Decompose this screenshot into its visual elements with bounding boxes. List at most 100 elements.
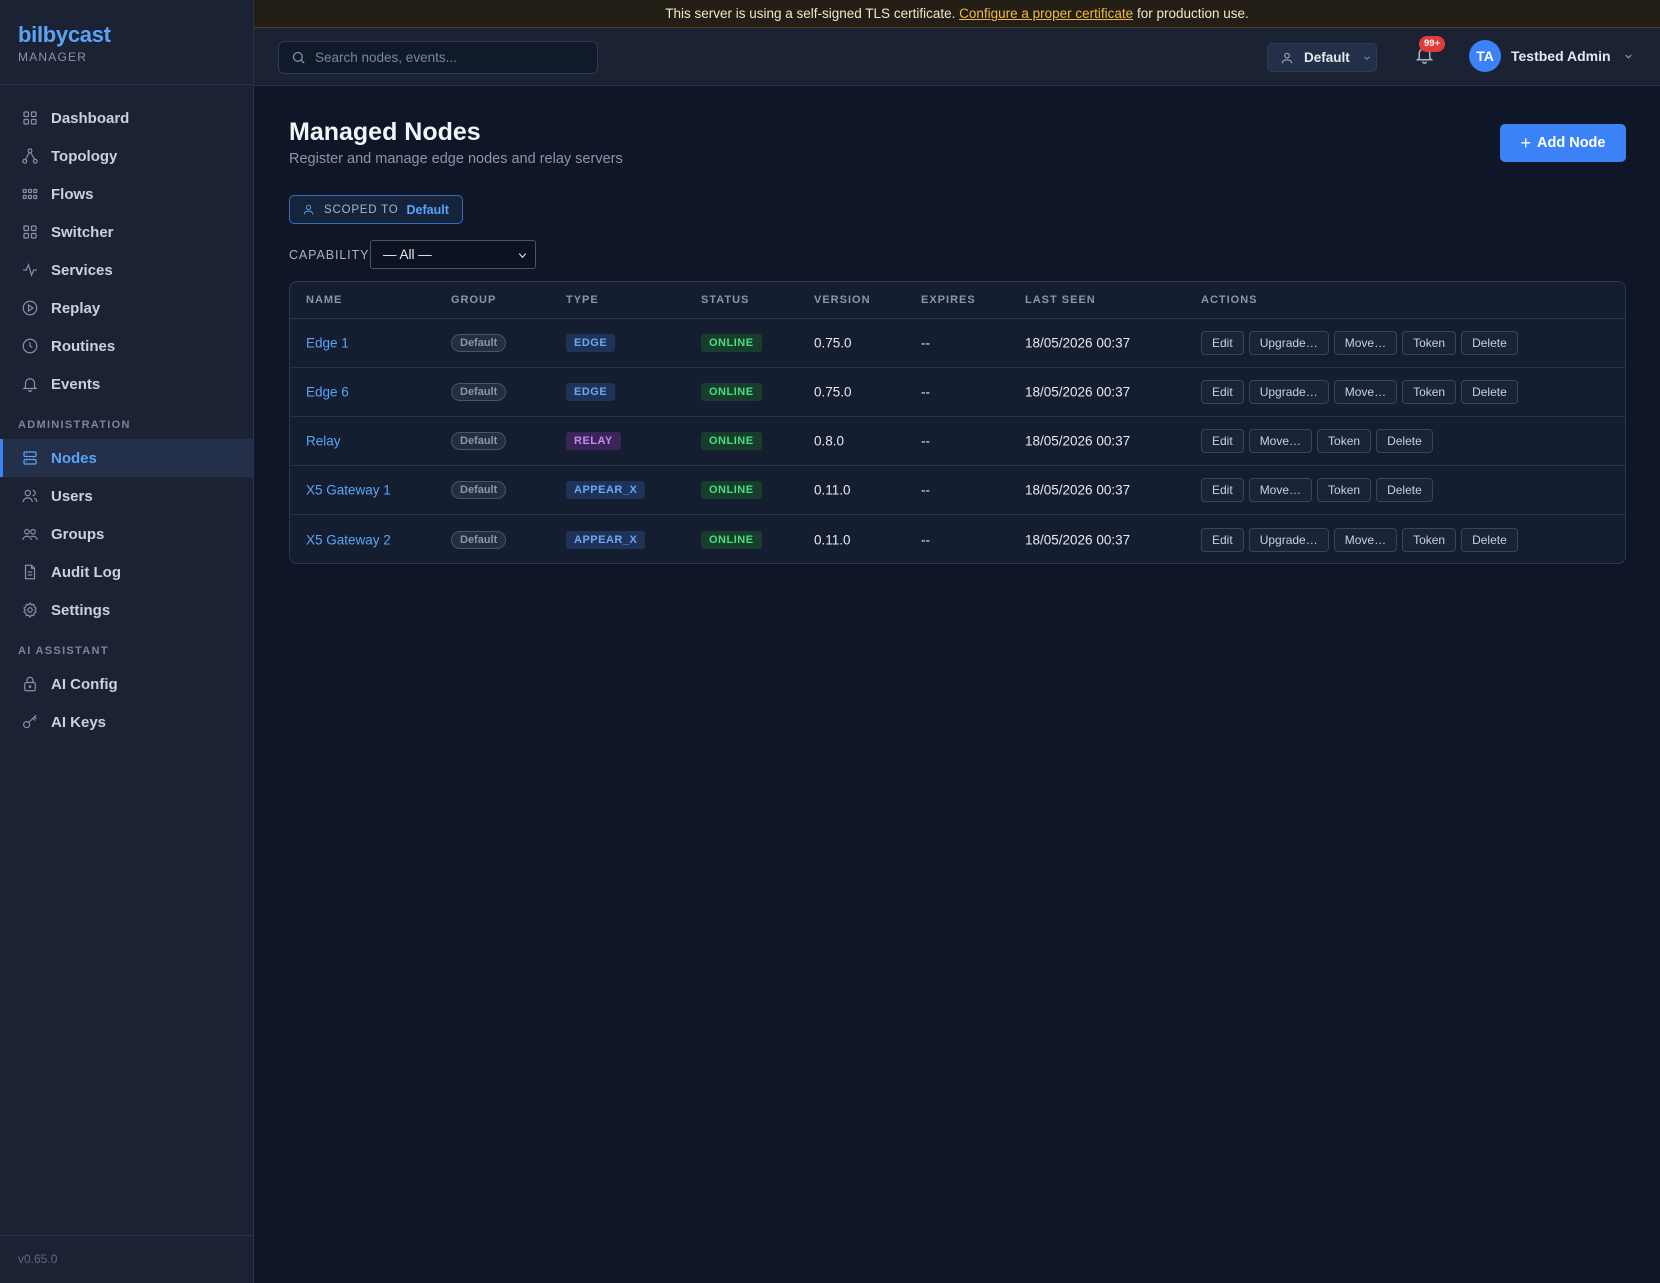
sidebar-item-label: Groups [51, 525, 105, 543]
token-button[interactable]: Token [1402, 527, 1457, 552]
activity-icon [21, 261, 39, 279]
token-button[interactable]: Token [1402, 380, 1457, 404]
server-icon [21, 449, 39, 467]
sidebar-item-topology[interactable]: Topology [0, 137, 253, 175]
delete-button[interactable]: Delete [1376, 478, 1433, 502]
delete-button[interactable]: Delete [1461, 380, 1518, 404]
move-button[interactable]: Move… [1248, 429, 1313, 453]
sidebar-item-ai-config[interactable]: AI Config [0, 665, 253, 703]
sidebar-item-label: AI Keys [51, 713, 107, 731]
token-button[interactable]: Token [1402, 331, 1457, 355]
add-node-label: Add Node [1537, 135, 1606, 151]
sidebar: bilbycast MANAGER Dashboard Topology Flows… [0, 0, 254, 1283]
banner-text: This server is using a self-signed TLS c… [665, 6, 960, 21]
cell-type: EDGE [566, 383, 616, 401]
column-header-status: STATUS [701, 294, 750, 306]
chevron-down-icon [518, 253, 527, 259]
move-button[interactable]: Move… [1333, 527, 1398, 552]
type-badge: APPEAR_X [566, 530, 646, 549]
sidebar-item-label: Events [51, 375, 101, 393]
column-header-group: GROUP [451, 294, 497, 306]
type-badge: EDGE [566, 334, 616, 352]
sidebar-item-ai-keys[interactable]: AI Keys [0, 703, 253, 741]
upgrade-button[interactable]: Upgrade… [1248, 380, 1329, 404]
search-box[interactable] [278, 41, 598, 74]
move-button[interactable]: Move… [1333, 380, 1398, 404]
type-badge: EDGE [566, 383, 616, 401]
move-button[interactable]: Move… [1248, 478, 1313, 502]
search-input[interactable] [315, 50, 585, 65]
avatar: TA [1469, 40, 1501, 72]
section-label-ai-assistant: AI ASSISTANT [18, 645, 109, 657]
token-button[interactable]: Token [1317, 429, 1372, 453]
status-badge: ONLINE [701, 432, 762, 450]
sidebar-item-services[interactable]: Services [0, 251, 253, 289]
move-button[interactable]: Move… [1333, 331, 1398, 355]
app-version: v0.65.0 [0, 1235, 253, 1283]
upgrade-button[interactable]: Upgrade… [1248, 331, 1329, 355]
cell-type: APPEAR_X [566, 481, 646, 499]
delete-button[interactable]: Delete [1461, 527, 1518, 552]
cell-group: Default [451, 432, 507, 450]
brand: bilbycast MANAGER [0, 0, 253, 85]
cell-last-seen: 18/05/2026 00:37 [1025, 482, 1131, 498]
sidebar-item-routines[interactable]: Routines [0, 327, 253, 365]
search-icon [292, 51, 305, 64]
sidebar-item-switcher[interactable]: Switcher [0, 213, 253, 251]
add-node-button[interactable]: + Add Node [1500, 124, 1626, 162]
notification-count-badge: 99+ [1419, 36, 1446, 52]
upgrade-button[interactable]: Upgrade… [1248, 527, 1329, 552]
edit-button[interactable]: Edit [1201, 478, 1244, 502]
row-actions: Edit Upgrade… Move… Token Delete [1201, 380, 1518, 404]
status-badge: ONLINE [701, 383, 762, 401]
node-name-link[interactable]: Edge 6 [306, 385, 349, 400]
edit-button[interactable]: Edit [1201, 331, 1244, 355]
sidebar-item-flows[interactable]: Flows [0, 175, 253, 213]
delete-button[interactable]: Delete [1461, 331, 1518, 355]
edit-button[interactable]: Edit [1201, 429, 1244, 453]
cell-expires: -- [921, 433, 930, 449]
users-icon [21, 487, 39, 505]
node-name-link[interactable]: X5 Gateway 2 [306, 532, 391, 547]
configure-certificate-link[interactable]: Configure a proper certificate [959, 6, 1133, 21]
scope-badge[interactable]: SCOPED TO Default [289, 195, 463, 224]
cell-status: ONLINE [701, 481, 762, 499]
status-badge: ONLINE [701, 334, 762, 352]
tenant-selector[interactable]: Default [1267, 43, 1377, 72]
sidebar-item-replay[interactable]: Replay [0, 289, 253, 327]
brand-name[interactable]: bilbycast [18, 22, 235, 48]
lock-icon [21, 675, 39, 693]
sidebar-item-dashboard[interactable]: Dashboard [0, 99, 253, 137]
cell-actions: Edit Upgrade… Move… Token Delete [1201, 380, 1518, 404]
table-row-cells: X5 Gateway 2 Default APPEAR_X ONLINE 0.11.0 -… [290, 515, 1625, 563]
node-name-link[interactable]: X5 Gateway 1 [306, 483, 391, 498]
sidebar-item-events[interactable]: Events [0, 365, 253, 403]
nodes-table: NAME GROUP TYPE STATUS VERSION EXPIRES LAST SE… [289, 281, 1626, 564]
sidebar-item-users[interactable]: Users [0, 477, 253, 515]
sidebar-item-label: Audit Log [51, 563, 121, 581]
token-button[interactable]: Token [1317, 478, 1372, 502]
sidebar-item-settings[interactable]: Settings [0, 591, 253, 629]
sidebar-item-label: Flows [51, 185, 94, 203]
sidebar-item-audit-log[interactable]: Audit Log [0, 553, 253, 591]
sidebar-item-nodes[interactable]: Nodes [0, 439, 253, 477]
table-row: Edge 6 Default EDGE ONLINE 0.75.0 -- 18/05/202… [290, 368, 1625, 417]
gear-icon [21, 601, 39, 619]
node-name-link[interactable]: Edge 1 [306, 336, 349, 351]
topology-icon [21, 147, 39, 165]
capability-select[interactable]: — All — [370, 240, 536, 269]
delete-button[interactable]: Delete [1376, 429, 1433, 453]
user-menu[interactable]: TA Testbed Admin [1469, 40, 1634, 72]
group-badge: Default [451, 383, 507, 401]
edit-button[interactable]: Edit [1201, 380, 1244, 404]
sidebar-item-groups[interactable]: Groups [0, 515, 253, 553]
cell-last-seen: 18/05/2026 00:37 [1025, 335, 1131, 351]
node-name-link[interactable]: Relay [306, 434, 341, 449]
table-row: X5 Gateway 1 Default APPEAR_X ONLINE 0.11.0 -… [290, 466, 1625, 515]
group-badge: Default [451, 530, 507, 549]
cell-name: Edge 1 [306, 336, 349, 351]
edit-button[interactable]: Edit [1201, 527, 1244, 552]
sidebar-item-label: Users [51, 487, 93, 505]
table-row: Edge 1 Default EDGE ONLINE 0.75.0 -- 18/05/202… [290, 319, 1625, 368]
status-badge: ONLINE [701, 530, 762, 549]
